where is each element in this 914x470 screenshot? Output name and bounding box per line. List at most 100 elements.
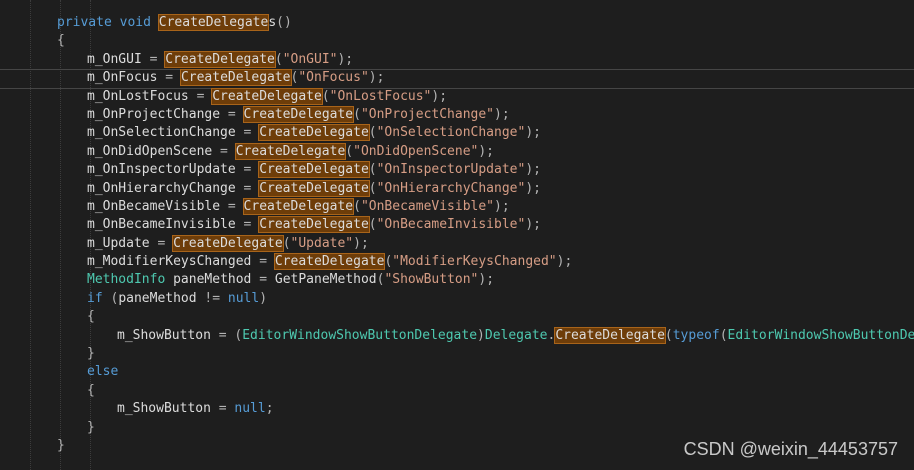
code-line-assignment[interactable]: m_OnGUI = CreateDelegate("OnGUI"); bbox=[0, 50, 914, 69]
parens: () bbox=[276, 15, 292, 30]
paren-close-semicolon: ); bbox=[494, 198, 510, 214]
var-showbutton: m_ShowButton bbox=[117, 401, 211, 417]
code-line-else[interactable]: else bbox=[0, 363, 914, 381]
code-lines[interactable]: private void CreateDelegates() { m_OnGUI… bbox=[0, 14, 914, 455]
open-brace: { bbox=[57, 33, 65, 49]
equals: = bbox=[218, 401, 227, 417]
paren-close: ) bbox=[477, 327, 485, 343]
string-arg: "ShowButton" bbox=[384, 272, 479, 288]
assignment-target: m_OnInspectorUpdate bbox=[87, 162, 236, 178]
string-arg: "OnInspectorUpdate" bbox=[376, 162, 526, 178]
var-panemethod: paneMethod bbox=[173, 272, 252, 288]
class-delegate: Delegate bbox=[484, 327, 548, 343]
code-line-assignment[interactable]: m_OnDidOpenScene = CreateDelegate("OnDid… bbox=[0, 142, 914, 161]
code-line-assignment[interactable]: m_OnBecameVisible = CreateDelegate("OnBe… bbox=[0, 197, 914, 216]
string-arg: "OnBecameInvisible" bbox=[376, 217, 526, 233]
paren-open: ( bbox=[274, 51, 283, 67]
code-line-showbutton[interactable]: m_ShowButton = ( EditorWindowShowButtonDe… bbox=[0, 326, 914, 345]
code-line-assignment[interactable]: m_OnLostFocus = CreateDelegate("OnLostFo… bbox=[0, 87, 914, 106]
equals: = bbox=[235, 180, 260, 196]
equals: = bbox=[259, 272, 268, 288]
operator-not-equal: != bbox=[204, 290, 221, 306]
keyword-else: else bbox=[87, 364, 119, 380]
keyword-null: null bbox=[234, 401, 266, 417]
paren-open: ( bbox=[282, 235, 291, 251]
code-line-inner-close[interactable]: } bbox=[0, 345, 914, 363]
equals: = bbox=[235, 125, 260, 141]
method-name-suffix: s bbox=[268, 15, 277, 30]
else-open-brace: { bbox=[87, 382, 95, 398]
code-line-if[interactable]: if (paneMethod != null) bbox=[0, 290, 914, 308]
equals: = bbox=[220, 198, 244, 214]
search-highlight: CreateDelegate bbox=[258, 161, 370, 179]
code-editor[interactable]: private void CreateDelegates() { m_OnGUI… bbox=[0, 0, 914, 470]
equals: = bbox=[212, 143, 236, 159]
code-line-null-assign[interactable]: m_ShowButton = null; bbox=[0, 400, 914, 418]
assignment-target: m_OnLostFocus bbox=[87, 88, 189, 104]
type-methodinfo: MethodInfo bbox=[87, 272, 166, 288]
search-highlight: CreateDelegate bbox=[242, 105, 355, 123]
code-line-assignment[interactable]: m_OnHierarchyChange = CreateDelegate("On… bbox=[0, 179, 914, 198]
equals: = bbox=[188, 88, 213, 104]
code-line-assignment[interactable]: m_OnBecameInvisible = CreateDelegate("On… bbox=[0, 216, 914, 234]
equals: = bbox=[149, 235, 174, 251]
string-arg: "OnLostFocus" bbox=[329, 88, 432, 104]
code-line-assignment[interactable]: m_OnSelectionChange = CreateDelegate("On… bbox=[0, 124, 914, 142]
code-line-methodinfo[interactable]: MethodInfo paneMethod = GetPaneMethod("S… bbox=[0, 271, 914, 289]
assignment-target: m_OnBecameInvisible bbox=[87, 217, 236, 233]
code-line-assignment[interactable]: m_ModifierKeysChanged = CreateDelegate("… bbox=[0, 253, 914, 271]
assignment-target: m_OnBecameVisible bbox=[87, 198, 221, 214]
cast-type: EditorWindowShowButtonDelegate bbox=[242, 327, 478, 343]
code-line-inner-open[interactable]: { bbox=[0, 308, 914, 326]
code-line-else-close[interactable]: } bbox=[0, 419, 914, 437]
paren-open: ( bbox=[368, 217, 377, 233]
code-line-assignment[interactable]: m_Update = CreateDelegate("Update"); bbox=[0, 234, 914, 253]
paren-close-semicolon: ); bbox=[353, 235, 369, 251]
code-line-assignment[interactable]: m_OnInspectorUpdate = CreateDelegate("On… bbox=[0, 161, 914, 179]
equals: = bbox=[251, 254, 275, 270]
paren-open: ( bbox=[345, 143, 354, 159]
paren-close: ) bbox=[259, 290, 268, 306]
keyword-typeof: typeof bbox=[672, 327, 720, 343]
paren-close-semicolon: ); bbox=[431, 88, 448, 104]
code-line-open-brace[interactable]: { bbox=[0, 32, 914, 50]
string-arg: "OnProjectChange" bbox=[360, 106, 495, 122]
string-arg: "OnFocus" bbox=[298, 70, 369, 86]
search-highlight: CreateDelegate bbox=[273, 253, 386, 271]
paren-open: ( bbox=[664, 327, 673, 343]
string-arg: "Update" bbox=[290, 235, 354, 251]
keyword-if: if bbox=[87, 290, 103, 306]
equals: = bbox=[235, 162, 260, 178]
assignment-target: m_OnGUI bbox=[87, 51, 142, 67]
keyword-void: void bbox=[119, 15, 151, 30]
search-highlight: CreateDelegate bbox=[242, 197, 355, 215]
paren-close-semicolon: ); bbox=[494, 106, 510, 122]
code-line-signature[interactable]: private void CreateDelegates() bbox=[0, 14, 914, 32]
keyword-null: null bbox=[227, 290, 260, 306]
semicolon: ; bbox=[265, 401, 274, 417]
paren-open: ( bbox=[368, 180, 377, 196]
equals: = bbox=[220, 106, 244, 122]
search-highlight: CreateDelegate bbox=[258, 124, 370, 142]
search-highlight: CreateDelegate bbox=[211, 87, 323, 105]
paren-open: ( bbox=[353, 198, 361, 214]
paren-close-semicolon: ); bbox=[525, 162, 541, 178]
code-line-assignment[interactable]: m_OnProjectChange = CreateDelegate("OnPr… bbox=[0, 105, 914, 124]
var-showbutton: m_ShowButton bbox=[117, 327, 211, 343]
paren-close-semicolon: ); bbox=[525, 217, 541, 233]
string-arg: "ModifierKeysChanged" bbox=[392, 254, 557, 270]
paren-close-semicolon: ); bbox=[368, 70, 385, 86]
paren-close-semicolon: ); bbox=[478, 143, 495, 159]
string-arg: "OnSelectionChange" bbox=[376, 125, 526, 141]
close-brace: } bbox=[57, 437, 65, 453]
assignment-target: m_OnDidOpenScene bbox=[87, 143, 213, 159]
search-highlight: CreateDelegate bbox=[164, 50, 276, 68]
typeof-arg: EditorWindowShowButtonDelegat bbox=[727, 327, 914, 343]
code-line-assignment[interactable]: m_OnFocus = CreateDelegate("OnFocus"); bbox=[0, 69, 914, 87]
assignment-target: m_ModifierKeysChanged bbox=[87, 254, 252, 270]
search-highlight: CreateDelegate bbox=[554, 326, 666, 344]
equals: = bbox=[218, 327, 227, 343]
paren-open: ( bbox=[368, 162, 377, 178]
code-line-else-open[interactable]: { bbox=[0, 382, 914, 400]
string-arg: "OnGUI" bbox=[282, 51, 338, 67]
